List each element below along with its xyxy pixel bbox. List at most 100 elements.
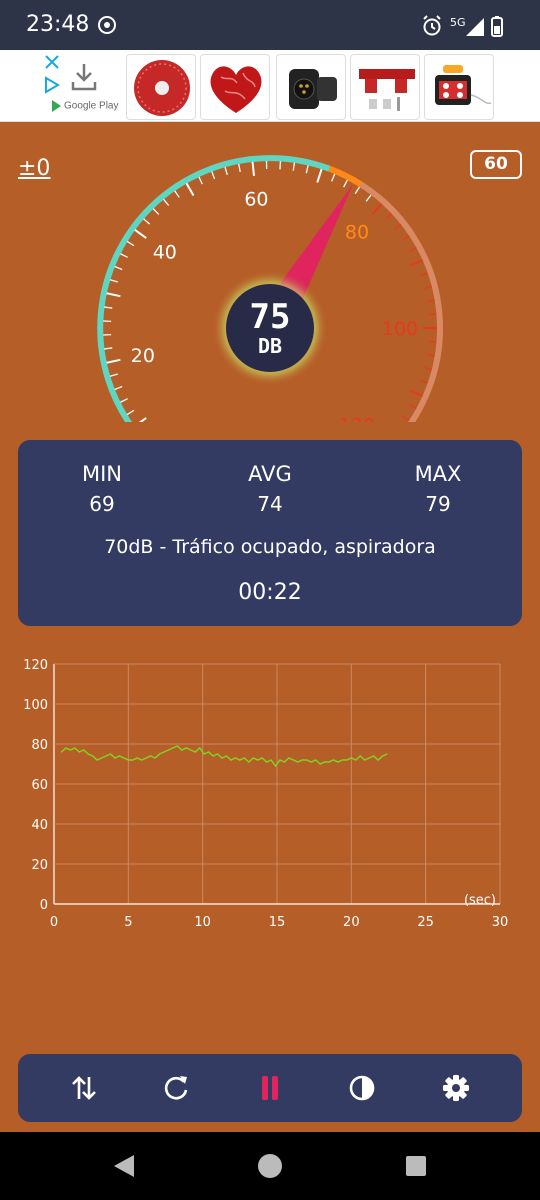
chart-point [364, 759, 366, 761]
status-time: 23:48 [26, 12, 90, 37]
chart-point [386, 753, 388, 755]
y-tick-label: 120 [23, 658, 48, 673]
sort-button[interactable] [64, 1068, 104, 1108]
chart-point [239, 759, 241, 761]
x-axis-unit: (sec) [464, 893, 496, 908]
home-icon[interactable] [256, 1152, 284, 1180]
ad-product-heart-stone[interactable] [200, 54, 270, 120]
chart-point [69, 749, 71, 751]
chart-point [109, 753, 112, 755]
chart-grid [53, 663, 501, 905]
gauge-tick [419, 272, 428, 277]
gauge-tick [409, 259, 423, 267]
pause-button[interactable] [250, 1068, 290, 1108]
gauge-tick [409, 246, 417, 252]
gauge-tick [120, 253, 128, 258]
chart-point [359, 755, 361, 757]
ad-close-icon[interactable] [44, 54, 60, 70]
chart-series-line [60, 745, 388, 768]
gauge-tick [104, 347, 113, 350]
google-play-icon [52, 100, 61, 112]
ad-product-work-lamp[interactable] [424, 54, 494, 120]
chart-point [123, 757, 125, 759]
chart-point [176, 745, 178, 747]
chart-point [74, 747, 76, 749]
gauge-tick [106, 292, 121, 298]
chart-point [114, 757, 116, 759]
chart-point [203, 753, 205, 755]
y-tick-label: 60 [31, 778, 48, 793]
chart-point [265, 761, 268, 763]
history-chart: 0 5 10 15 20 25 30 0 20 40 60 80 100 120 (sec) [23, 658, 509, 930]
x-tick-label: 25 [417, 915, 434, 930]
chart-point [328, 761, 330, 763]
avg-label: AVG [248, 462, 292, 486]
chart-point [136, 757, 138, 759]
settings-button[interactable] [436, 1068, 476, 1108]
chart-point [60, 751, 63, 753]
ad-product-cutting-disc[interactable] [126, 54, 196, 120]
gauge-scale-label: 100 [382, 318, 418, 340]
gauge-tick [279, 161, 282, 170]
gauge-tick [109, 279, 118, 283]
gauge-tick [109, 373, 118, 377]
reset-button[interactable] [156, 1068, 196, 1108]
chart-point [65, 747, 67, 749]
y-tick-label: 100 [23, 698, 48, 713]
chart-point [199, 747, 201, 749]
chart-point [323, 761, 326, 763]
chart-point [158, 753, 161, 755]
status-bar: 23:48 5G [0, 0, 540, 50]
gauge-tick [402, 415, 410, 421]
x-tick-label: 30 [492, 915, 509, 930]
ad-product-clamp-tool[interactable] [350, 54, 420, 120]
chart-point [96, 759, 98, 761]
chart-point [154, 757, 156, 759]
chart-point [252, 757, 254, 759]
x-tick-label: 5 [124, 915, 132, 930]
chart-point [105, 755, 107, 757]
reset-icon [164, 1076, 188, 1100]
download-icon[interactable] [70, 62, 98, 92]
theme-button[interactable] [342, 1068, 382, 1108]
noise-description: 70dB - Tráfico ocupado, aspiradora [104, 536, 436, 558]
gauge-tick [104, 306, 113, 309]
gauge-tick [402, 235, 410, 241]
back-icon[interactable] [110, 1152, 138, 1180]
chart-point [248, 761, 250, 763]
y-tick-label: 40 [31, 818, 48, 833]
gauge-tick [238, 163, 241, 172]
ad-product-trailer-adapter[interactable] [276, 54, 346, 120]
chart-point [283, 761, 286, 763]
gauge-tick [126, 240, 135, 247]
chart-point [78, 751, 80, 753]
google-play-label: Google Play [52, 100, 118, 112]
chart-point [141, 759, 143, 761]
chart-point [172, 747, 174, 749]
gauge-scale-label: 20 [131, 345, 155, 367]
gauge-tick [120, 398, 128, 403]
x-tick-label: 20 [343, 915, 360, 930]
chart-point [118, 755, 121, 757]
gauge-tick [305, 165, 309, 174]
chart-point [243, 757, 245, 759]
gauge-tick [211, 171, 216, 180]
chart-point [163, 751, 165, 753]
gauge-tick [428, 340, 437, 343]
x-tick-label: 10 [194, 915, 211, 930]
chart-point [257, 759, 259, 761]
chart-series-points [60, 745, 388, 767]
gauge-tick [426, 353, 435, 357]
ad-choices-icon[interactable] [44, 76, 60, 94]
chart-point [319, 763, 321, 765]
gauge-scale-label: 60 [244, 189, 268, 211]
chart-point [373, 755, 375, 757]
gauge-tick [292, 162, 296, 171]
chart-point [87, 753, 89, 755]
bottom-toolbar [18, 1054, 522, 1122]
recents-icon[interactable] [404, 1152, 428, 1180]
y-tick-label: 80 [31, 738, 48, 753]
gauge-tick [409, 404, 417, 410]
elapsed-timer: 00:22 [238, 580, 302, 605]
stat-avg: AVG 74 [210, 462, 330, 516]
